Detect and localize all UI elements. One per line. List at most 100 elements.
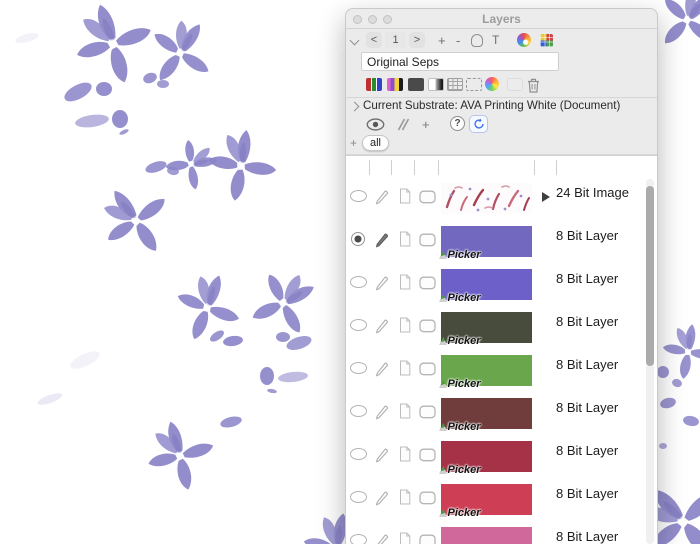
layer-row[interactable]: Picker 8 Bit Layer <box>346 435 657 478</box>
picker-icon <box>439 380 447 388</box>
mask-icon[interactable] <box>419 319 436 333</box>
substrate-controls: + ? <box>346 115 657 133</box>
visibility-toggle[interactable] <box>350 405 367 417</box>
substrate-row[interactable]: Current Substrate: AVA Printing White (D… <box>346 99 657 114</box>
help-button[interactable]: ? <box>450 116 465 131</box>
layer-swatch[interactable] <box>441 527 532 544</box>
mask-icon[interactable] <box>419 362 436 376</box>
layer-row[interactable]: Picker 8 Bit Layer <box>346 263 657 306</box>
picker-badge: Picker <box>439 335 481 347</box>
sync-arrows-icon <box>473 118 484 129</box>
mask-icon[interactable] <box>419 276 436 290</box>
page-icon[interactable] <box>399 231 411 247</box>
mosaic-icon[interactable] <box>540 34 553 47</box>
separation-toolbar <box>346 77 657 93</box>
zoom-button[interactable] <box>383 15 392 24</box>
remove-button[interactable]: - <box>456 32 460 48</box>
text-tool-button[interactable]: T <box>492 32 499 48</box>
layer-row[interactable]: Picker 8 Bit Layer <box>346 306 657 349</box>
layer-row[interactable]: 24 Bit Image <box>346 177 657 220</box>
mask-icon[interactable] <box>419 405 436 419</box>
edit-toggle-icon[interactable] <box>374 188 390 205</box>
prev-page-button[interactable]: < <box>366 32 382 48</box>
all-filter-pill[interactable]: all <box>362 135 390 151</box>
disclosure-arrow[interactable] <box>542 192 550 202</box>
add-control-button[interactable]: + <box>422 115 430 133</box>
pencil-slash-icon[interactable] <box>394 117 410 132</box>
mask-icon[interactable] <box>419 491 436 505</box>
close-button[interactable] <box>353 15 362 24</box>
picker-icon <box>439 509 447 517</box>
page-icon[interactable] <box>399 274 411 290</box>
add-button[interactable]: + <box>438 32 446 48</box>
visibility-toggle[interactable] <box>350 190 367 202</box>
page-icon[interactable] <box>399 403 411 419</box>
visibility-toggle[interactable] <box>350 276 367 288</box>
layer-type-label: 8 Bit Layer <box>556 443 619 458</box>
blank-layer-icon[interactable] <box>507 78 523 91</box>
edit-toggle-icon[interactable] <box>374 489 390 506</box>
mask-icon[interactable] <box>419 448 436 462</box>
mask-icon[interactable] <box>419 534 436 544</box>
layer-row[interactable]: Picker 8 Bit Layer <box>346 521 657 544</box>
chevron-right-icon[interactable] <box>349 101 360 112</box>
palette-icon[interactable] <box>517 33 531 47</box>
visibility-toggle[interactable] <box>350 534 367 544</box>
visibility-toggle-active[interactable] <box>351 232 365 246</box>
picker-icon <box>439 423 447 431</box>
picker-icon <box>439 337 447 345</box>
page-icon[interactable] <box>399 360 411 376</box>
next-page-button[interactable]: > <box>409 32 425 48</box>
picker-badge: Picker <box>439 292 481 304</box>
gradient-icon[interactable] <box>428 78 444 91</box>
add-tag-button[interactable]: + <box>350 135 357 151</box>
layer-row[interactable]: Picker 8 Bit Layer <box>346 478 657 521</box>
scrollbar-thumb[interactable] <box>646 186 654 366</box>
trash-icon[interactable] <box>527 78 540 93</box>
layer-thumbnail[interactable] <box>441 183 532 214</box>
mask-icon[interactable] <box>419 190 436 204</box>
page-icon[interactable] <box>399 489 411 505</box>
page-icon[interactable] <box>399 532 411 544</box>
visibility-toggle[interactable] <box>350 448 367 460</box>
visibility-toggle[interactable] <box>350 491 367 503</box>
minimize-button[interactable] <box>368 15 377 24</box>
page-icon[interactable] <box>399 188 411 204</box>
cmyk-channels-icon[interactable] <box>387 78 403 91</box>
edit-toggle-icon[interactable] <box>374 274 390 291</box>
edit-toggle-icon[interactable] <box>374 317 390 334</box>
color-wheel-icon[interactable] <box>485 77 499 91</box>
visibility-toggle[interactable] <box>350 319 367 331</box>
window-titlebar[interactable]: Layers <box>346 9 657 29</box>
page-icon[interactable] <box>399 317 411 333</box>
marquee-icon[interactable] <box>466 78 482 91</box>
layer-set-name-input[interactable] <box>361 52 559 71</box>
page-icon[interactable] <box>399 446 411 462</box>
edit-toggle-icon[interactable] <box>374 231 390 248</box>
picker-badge: Picker <box>439 378 481 390</box>
rgb-channels-icon[interactable] <box>366 78 382 91</box>
layer-row[interactable]: Picker 8 Bit Layer <box>346 349 657 392</box>
edit-toggle-icon[interactable] <box>374 360 390 377</box>
visibility-toggle[interactable] <box>350 362 367 374</box>
collapse-chevron-icon[interactable] <box>349 35 360 46</box>
layer-type-label: 8 Bit Layer <box>556 314 619 329</box>
mask-icon[interactable] <box>419 233 436 247</box>
layer-row[interactable]: Picker 8 Bit Layer <box>346 220 657 263</box>
edit-toggle-icon[interactable] <box>374 532 390 544</box>
eye-icon[interactable] <box>366 118 385 131</box>
picker-badge: Picker <box>439 249 481 261</box>
shape-tool-icon[interactable] <box>471 34 483 47</box>
edit-toggle-icon[interactable] <box>374 446 390 463</box>
layer-type-label: 8 Bit Layer <box>556 400 619 415</box>
substrate-label: Current Substrate: AVA Printing White (D… <box>363 99 621 112</box>
layer-row[interactable]: Picker 8 Bit Layer <box>346 392 657 435</box>
solid-fill-icon[interactable] <box>408 78 424 91</box>
sync-button[interactable] <box>469 115 488 133</box>
page-number-field[interactable]: 1 <box>385 32 406 48</box>
picker-badge: Picker <box>439 421 481 433</box>
picker-badge: Picker <box>439 507 481 519</box>
edit-toggle-icon[interactable] <box>374 403 390 420</box>
app-screen: Layers < 1 > + - T Original Seps Current… <box>0 0 700 544</box>
grid-icon[interactable] <box>447 78 463 91</box>
